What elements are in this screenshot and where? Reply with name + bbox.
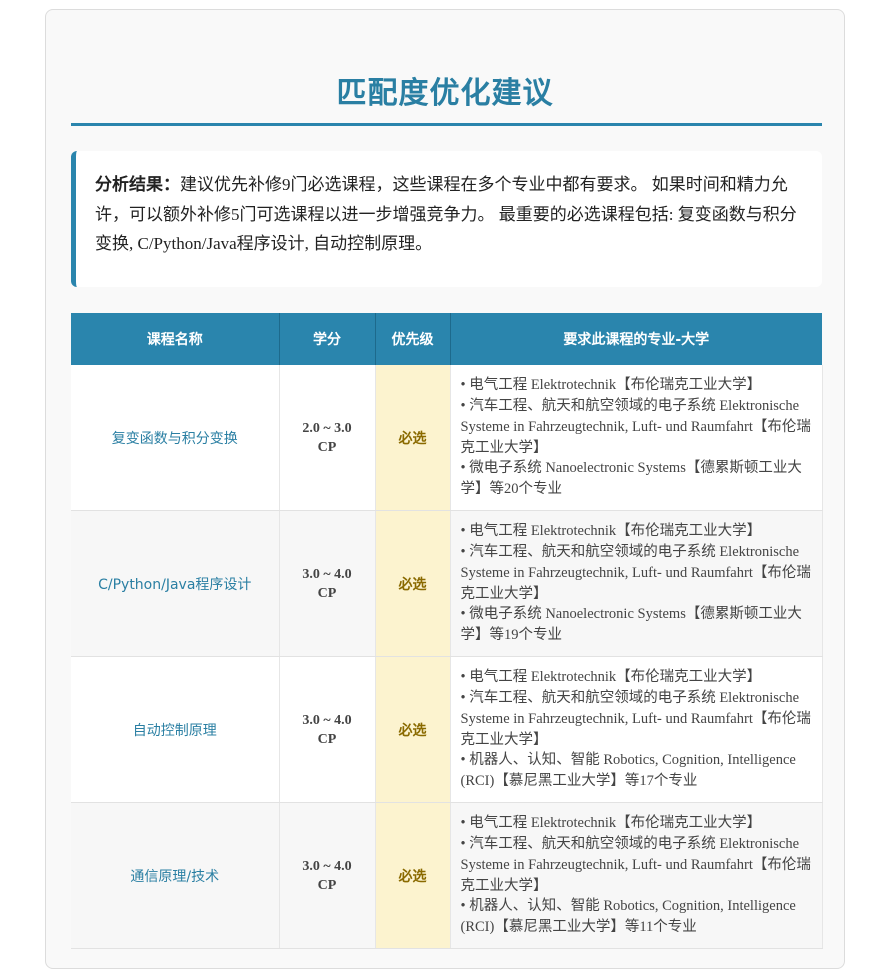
requirement-item: • 电气工程 Elektrotechnik【布伦瑞克工业大学】: [460, 377, 762, 394]
course-credits: 3.0 ~ 4.0 CP: [279, 656, 376, 803]
credits-unit: CP: [317, 877, 337, 893]
requirement-item: • 微电子系统 Nanoelectronic Systems【德累斯顿工业大学】…: [460, 606, 802, 643]
requirement-item: • 机器人、认知、智能 Robotics, Cognition, Intelli…: [460, 752, 796, 789]
course-name: C/Python/Java程序设计: [71, 510, 280, 657]
page-title: 匹配度优化建议: [336, 76, 554, 111]
header-required-by: 要求此课程的专业-大学: [450, 313, 822, 365]
table-header-row: 课程名称 学分 优先级 要求此课程的专业-大学: [71, 313, 822, 365]
course-name: 通信原理/技术: [71, 802, 280, 949]
requirement-item: • 汽车工程、航天和航空领域的电子系统 Elektronische System…: [460, 836, 811, 894]
course-requirements: • 电气工程 Elektrotechnik【布伦瑞克工业大学】 • 汽车工程、航…: [450, 510, 823, 657]
credits-range: 2.0 ~ 3.0: [302, 420, 352, 436]
table-row: 自动控制原理 3.0 ~ 4.0 CP 必选 • 电气工程 Elektrotech…: [71, 656, 823, 803]
requirement-item: • 电气工程 Elektrotechnik【布伦瑞克工业大学】: [460, 815, 762, 832]
credits-unit: CP: [317, 585, 337, 601]
summary-lead: 分析结果：: [95, 175, 180, 195]
credits-range: 3.0 ~ 4.0: [302, 566, 352, 582]
requirement-item: • 电气工程 Elektrotechnik【布伦瑞克工业大学】: [460, 669, 762, 686]
course-priority: 必选: [375, 656, 451, 803]
requirement-item: • 微电子系统 Nanoelectronic Systems【德累斯顿工业大学】…: [460, 460, 802, 497]
course-requirements: • 电气工程 Elektrotechnik【布伦瑞克工业大学】 • 汽车工程、航…: [450, 656, 823, 803]
course-credits: 3.0 ~ 4.0 CP: [279, 510, 376, 657]
course-requirements: • 电气工程 Elektrotechnik【布伦瑞克工业大学】 • 汽车工程、航…: [450, 802, 823, 949]
optimization-card: 匹配度优化建议 分析结果：建议优先补修9门必选课程，这些课程在多个专业中都有要求…: [45, 9, 845, 969]
course-priority: 必选: [375, 365, 451, 511]
credits-unit: CP: [317, 439, 337, 455]
table-row: 通信原理/技术 3.0 ~ 4.0 CP 必选 • 电气工程 Elektrotec…: [71, 802, 823, 949]
requirement-item: • 汽车工程、航天和航空领域的电子系统 Elektronische System…: [460, 544, 811, 602]
course-table: 课程名称 学分 优先级 要求此课程的专业-大学 复变函数与积分变换 2.0 ~ …: [71, 313, 823, 949]
course-credits: 2.0 ~ 3.0 CP: [279, 365, 376, 511]
credits-unit: CP: [317, 731, 337, 747]
requirement-item: • 汽车工程、航天和航空领域的电子系统 Elektronische System…: [460, 690, 811, 748]
requirement-item: • 机器人、认知、智能 Robotics, Cognition, Intelli…: [460, 898, 796, 935]
requirement-item: • 电气工程 Elektrotechnik【布伦瑞克工业大学】: [460, 523, 762, 540]
analysis-summary: 分析结果：建议优先补修9门必选课程，这些课程在多个专业中都有要求。 如果时间和精…: [71, 151, 822, 287]
header-credits: 学分: [279, 313, 376, 365]
course-name: 复变函数与积分变换: [71, 365, 280, 511]
course-priority: 必选: [375, 510, 451, 657]
course-priority: 必选: [375, 802, 451, 949]
summary-text: 建议优先补修9门必选课程，这些课程在多个专业中都有要求。 如果时间和精力允许，可…: [95, 175, 797, 253]
credits-range: 3.0 ~ 4.0: [302, 858, 352, 874]
table-row: C/Python/Java程序设计 3.0 ~ 4.0 CP 必选 • 电气工程 …: [71, 510, 823, 657]
course-credits: 3.0 ~ 4.0 CP: [279, 802, 376, 949]
course-requirements: • 电气工程 Elektrotechnik【布伦瑞克工业大学】 • 汽车工程、航…: [450, 365, 823, 511]
requirement-item: • 汽车工程、航天和航空领域的电子系统 Elektronische System…: [460, 398, 811, 456]
table-row: 复变函数与积分变换 2.0 ~ 3.0 CP 必选 • 电气工程 Elektrot…: [71, 365, 823, 511]
header-course-name: 课程名称: [71, 313, 280, 365]
header-priority: 优先级: [375, 313, 451, 365]
title-divider: [71, 123, 822, 126]
credits-range: 3.0 ~ 4.0: [302, 712, 352, 728]
course-name: 自动控制原理: [71, 656, 280, 803]
